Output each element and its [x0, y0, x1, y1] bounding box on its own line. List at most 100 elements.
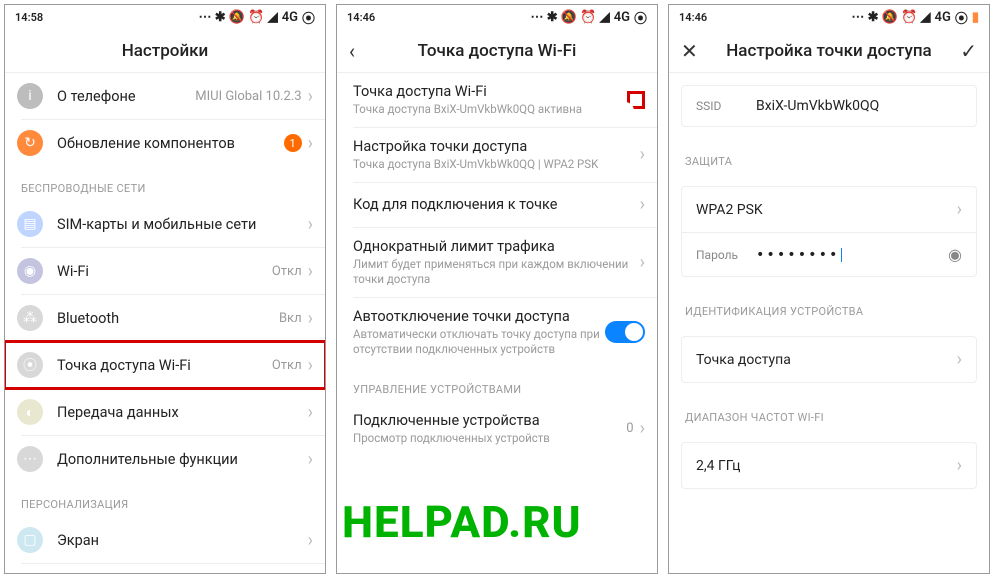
chevron-right-icon: › [308, 355, 313, 376]
row-wallpaper[interactable]: Обои › [5, 564, 325, 573]
status-time: 14:46 [679, 11, 707, 24]
cancel-button[interactable]: ✕ [669, 29, 710, 72]
row-label: Точка доступа Wi-Fi [57, 357, 272, 374]
section-personalization: ПЕРСОНАЛИЗАЦИЯ [5, 482, 325, 517]
row-label: Wi-Fi [57, 263, 272, 280]
chevron-right-icon: › [308, 530, 313, 551]
band-field[interactable]: 2,4 ГГц › [682, 443, 976, 488]
status-icons: ⋯ ✱ 🔕 ⏰ ◢4G⦿ [531, 8, 648, 27]
band-value: 2,4 ГГц [696, 458, 957, 474]
ssid-value: BxiX-UmVkbWk0QQ [756, 98, 962, 114]
sim-icon: ▤ [17, 211, 43, 237]
hotspot-icon: ⦿ [17, 352, 43, 378]
eye-icon[interactable]: ◉ [948, 245, 962, 264]
status-bar: 14:46 ⋯ ✱ 🔕 ⏰ ◢4G⦿ [337, 5, 657, 29]
row-subtitle: Лимит будет применяться при каждом включ… [353, 257, 640, 287]
chevron-right-icon: › [957, 199, 962, 220]
pane-settings: 14:58 ⋯ ✱ 🔕 ⏰ ◢4G⦿ Настройки i О телефон… [4, 4, 326, 574]
ssid-card: SSID BxiX-UmVkbWk0QQ [681, 85, 977, 127]
row-label: Автоотключение точки доступа [353, 308, 605, 325]
row-value: Откл [272, 358, 302, 373]
row-wifi-hotspot[interactable]: ⦿ Точка доступа Wi-Fi Откл › [5, 342, 325, 388]
back-button[interactable]: ‹ [337, 29, 367, 72]
appbar: ‹ Точка доступа Wi-Fi [337, 29, 657, 73]
security-type-field[interactable]: WPA2 PSK › [682, 187, 976, 232]
password-value: •••••••• [756, 247, 948, 263]
appbar: Настройки [5, 29, 325, 73]
row-label: Подключенные устройства [353, 412, 626, 429]
pane-hotspot: 14:46 ⋯ ✱ 🔕 ⏰ ◢4G⦿ ‹ Точка доступа Wi-Fi… [336, 4, 658, 574]
row-wifi[interactable]: ◉ Wi-Fi Откл › [5, 248, 325, 294]
status-bar: 14:46 ⋯ ✱ 🔕 ⏰ ◢4G⦿▮ [669, 5, 989, 29]
password-field[interactable]: Пароль •••••••• ◉ [682, 233, 976, 276]
row-label: Передача данных [57, 404, 308, 421]
appbar: ✕ Настройка точки доступа ✓ [669, 29, 989, 73]
chevron-right-icon: › [640, 194, 645, 215]
info-icon: i [17, 83, 43, 109]
identification-value: Точка доступа [696, 352, 957, 368]
row-label: Обновление компонентов [57, 135, 284, 152]
row-data-usage[interactable]: ◐ Передача данных › [5, 389, 325, 435]
section-band: ДИАПАЗОН ЧАСТОТ WI-FI [669, 395, 989, 430]
row-subtitle: Точка доступа BxiX-UmVkbWk0QQ активна [353, 102, 627, 117]
row-value: 0 [626, 421, 633, 436]
row-subtitle: Точка доступа BxiX-UmVkbWk0QQ | WPA2 PSK [353, 157, 640, 172]
security-type-value: WPA2 PSK [696, 202, 957, 218]
highlight-annotation [627, 91, 645, 109]
page-title: Точка доступа Wi-Fi [418, 41, 577, 61]
page-title: Настройка точки доступа [726, 41, 931, 61]
row-label: Код для подключения к точке [353, 196, 640, 213]
row-connected-devices[interactable]: Подключенные устройства Просмотр подключ… [337, 402, 657, 456]
row-auto-off[interactable]: Автоотключение точки доступа Автоматичес… [337, 298, 657, 367]
row-label: Однократный лимит трафика [353, 238, 640, 255]
row-display[interactable]: ▢ Экран › [5, 517, 325, 563]
status-icons: ⋯ ✱ 🔕 ⏰ ◢4G⦿ [199, 8, 316, 27]
ssid-field[interactable]: SSID BxiX-UmVkbWk0QQ [682, 86, 976, 126]
row-hotspot-enable[interactable]: Точка доступа Wi-Fi Точка доступа BxiX-U… [337, 73, 657, 127]
row-label: Настройка точки доступа [353, 138, 640, 155]
config-form: SSID BxiX-UmVkbWk0QQ ЗАЩИТА WPA2 PSK › П… [669, 73, 989, 573]
update-badge: 1 [284, 134, 302, 152]
chevron-right-icon: › [957, 455, 962, 476]
chevron-right-icon: › [308, 308, 313, 329]
password-label: Пароль [696, 248, 756, 262]
autooff-toggle[interactable] [605, 321, 645, 343]
row-about-phone[interactable]: i О телефоне MIUI Global 10.2.3 › [5, 73, 325, 119]
chevron-right-icon: › [308, 214, 313, 235]
bluetooth-icon: ⁂ [17, 305, 43, 331]
chevron-right-icon: › [308, 86, 313, 107]
watermark-text: HELPAD.RU [342, 496, 582, 548]
chevron-right-icon: › [308, 261, 313, 282]
row-label: Дополнительные функции [57, 451, 308, 468]
status-time: 14:58 [15, 11, 43, 24]
identification-card: Точка доступа › [681, 336, 977, 383]
status-bar: 14:58 ⋯ ✱ 🔕 ⏰ ◢4G⦿ [5, 5, 325, 29]
status-icons: ⋯ ✱ 🔕 ⏰ ◢4G⦿▮ [851, 8, 979, 27]
wifi-icon: ◉ [17, 258, 43, 284]
update-icon: ↻ [17, 130, 43, 156]
chevron-right-icon: › [640, 418, 645, 439]
row-update-components[interactable]: ↻ Обновление компонентов 1 › [5, 120, 325, 166]
row-label: Bluetooth [57, 310, 279, 327]
chevron-right-icon: › [957, 349, 962, 370]
row-qr-code[interactable]: Код для подключения к точке › [337, 183, 657, 227]
identification-field[interactable]: Точка доступа › [682, 337, 976, 382]
row-hotspot-config[interactable]: Настройка точки доступа Точка доступа Bx… [337, 128, 657, 182]
section-device-mgmt: УПРАВЛЕНИЕ УСТРОЙСТВАМИ [337, 367, 657, 402]
row-label: О телефоне [57, 88, 195, 105]
page-title: Настройки [122, 41, 209, 61]
row-traffic-limit[interactable]: Однократный лимит трафика Лимит будет пр… [337, 228, 657, 297]
ssid-label: SSID [696, 99, 756, 113]
confirm-button[interactable]: ✓ [948, 29, 989, 72]
section-security: ЗАЩИТА [669, 139, 989, 174]
data-icon: ◐ [17, 399, 43, 425]
row-sim-cards[interactable]: ▤ SIM-карты и мобильные сети › [5, 201, 325, 247]
settings-list: i О телефоне MIUI Global 10.2.3 › ↻ Обно… [5, 73, 325, 573]
row-bluetooth[interactable]: ⁂ Bluetooth Вкл › [5, 295, 325, 341]
chevron-right-icon: › [640, 252, 645, 273]
row-more-functions[interactable]: ⋯ Дополнительные функции › [5, 436, 325, 482]
display-icon: ▢ [17, 527, 43, 553]
row-subtitle: Автоматически отключать точку доступа пр… [353, 327, 605, 357]
row-value: Вкл [279, 311, 302, 326]
chevron-right-icon: › [640, 144, 645, 165]
